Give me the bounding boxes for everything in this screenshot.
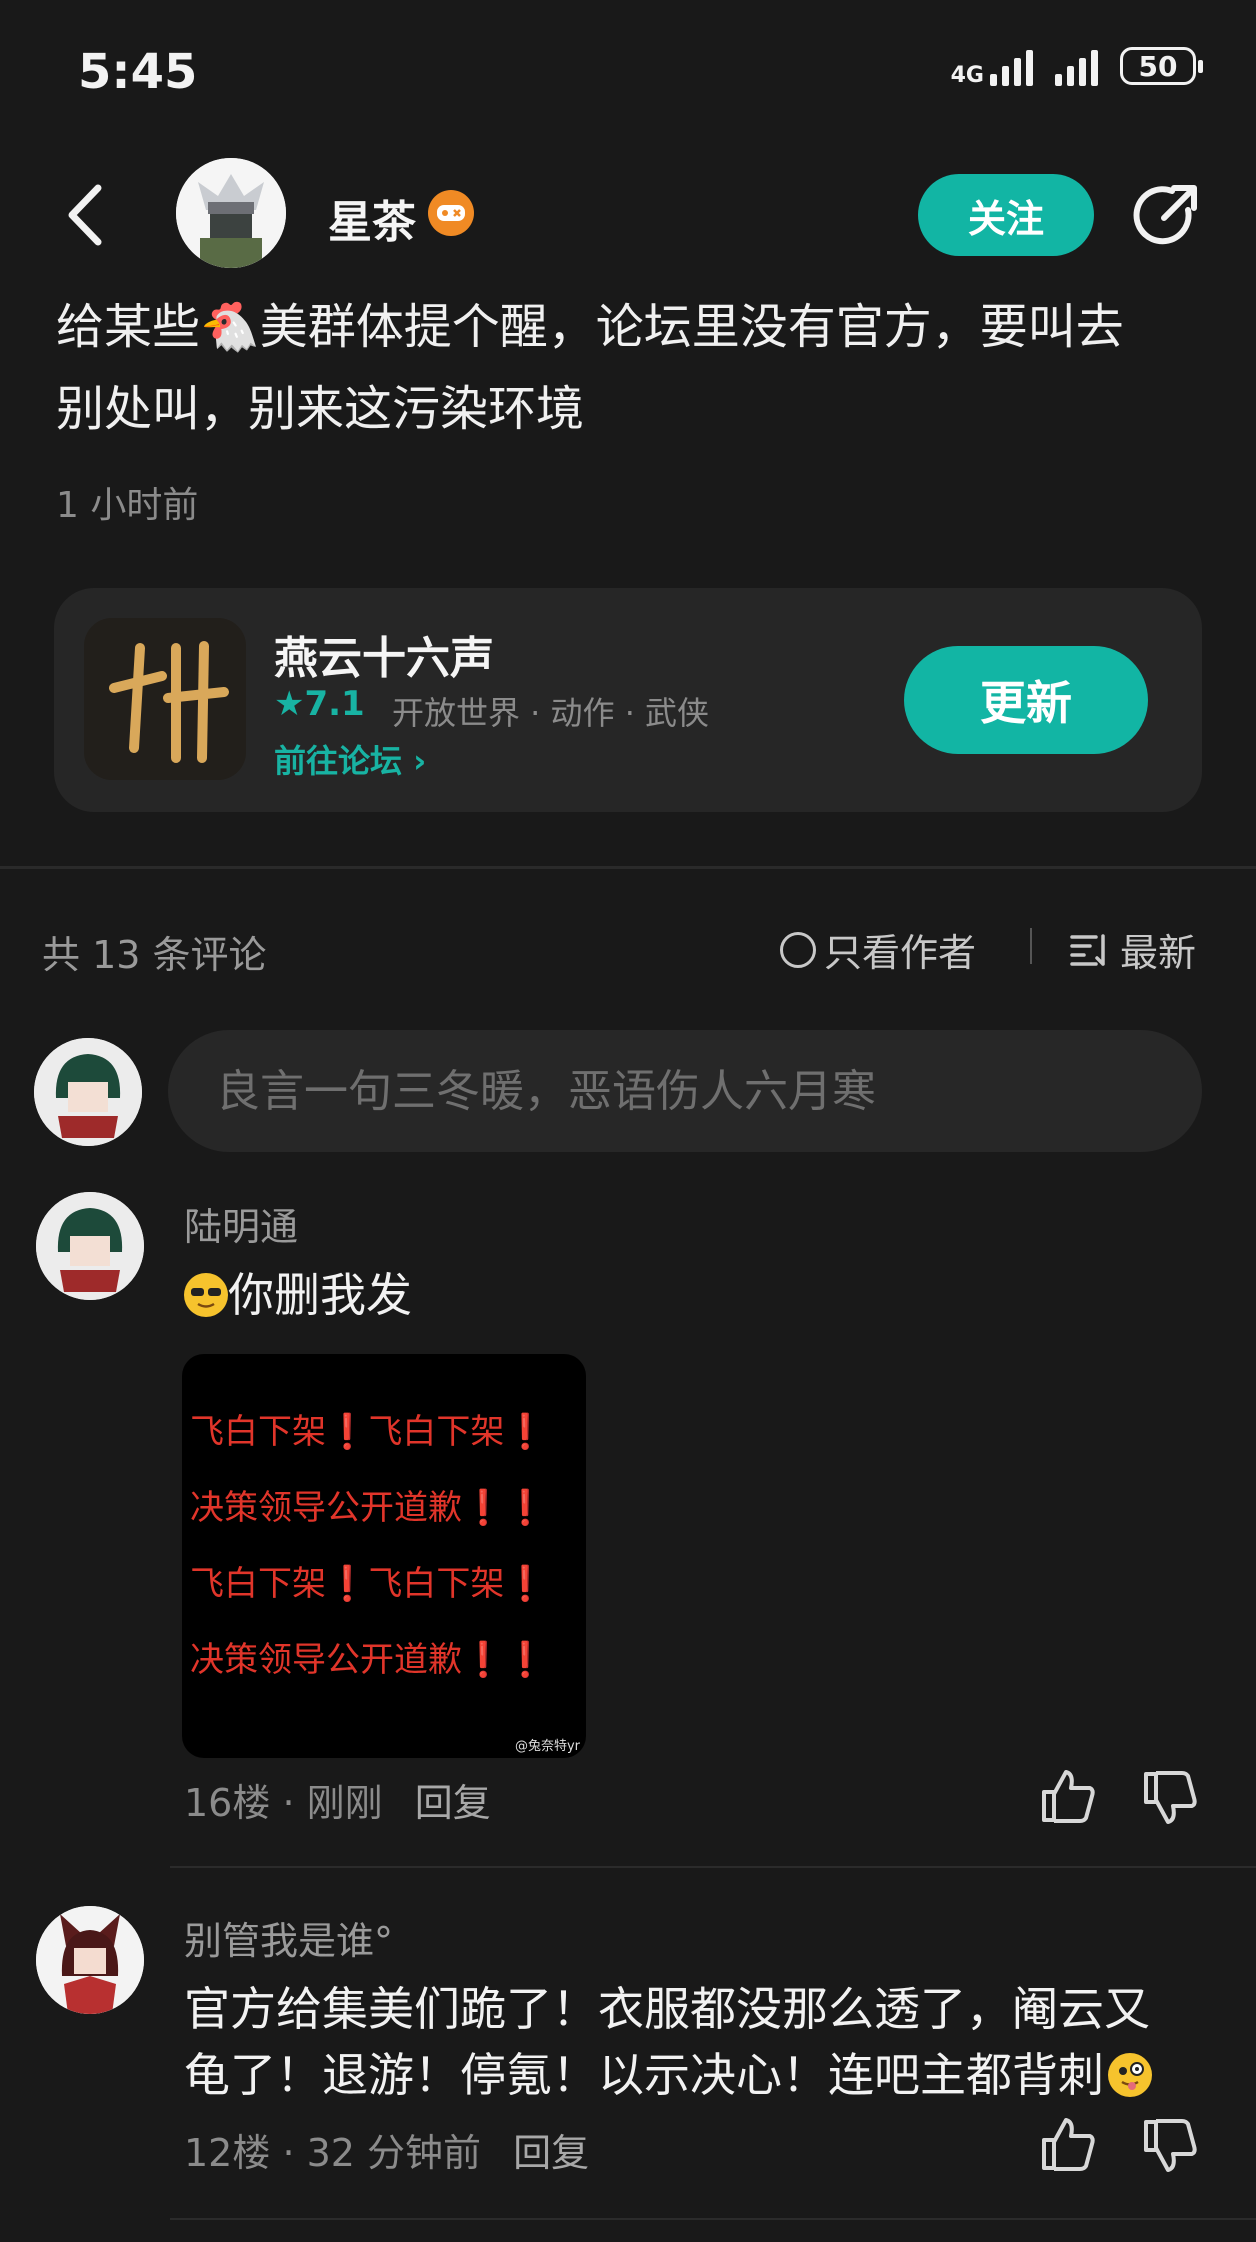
only-author-toggle[interactable]: 只看作者 <box>780 922 976 977</box>
comment-text-line: 龟了！退游！停氪！以示决心！连吧主都背刺 <box>184 2042 1204 2108</box>
only-author-label: 只看作者 <box>824 931 977 975</box>
comment-input[interactable] <box>168 1030 1202 1152</box>
update-button[interactable]: 更新 <box>904 646 1148 754</box>
post-text-line: 别处叫，别来这污染环境 <box>56 381 585 437</box>
back-button[interactable] <box>58 180 118 250</box>
cellular-4g-icon: 4G <box>951 46 1033 87</box>
comment-meta: 12楼 · 32 分钟前 回复 <box>184 2131 590 2175</box>
comment-username[interactable]: 陆明通 <box>184 1196 298 1251</box>
reply-button[interactable]: 回复 <box>415 1781 491 1825</box>
like-icon[interactable] <box>1038 1766 1098 1826</box>
like-icon[interactable] <box>1038 2114 1098 2174</box>
comment-meta: 16楼 · 刚刚 回复 <box>184 1781 491 1825</box>
status-icons: 4G 50 <box>951 46 1203 87</box>
header-separator <box>1030 928 1032 964</box>
post-text: 给某些🐔美群体提个醒，论坛里没有官方，要叫去 别处叫，别来这污染环境 <box>56 286 1206 450</box>
comment-text: 官方给集美们跪了！衣服都没那么透了，阉云又 龟了！退游！停氪！以示决心！连吧主都… <box>184 1976 1204 2108</box>
image-text-line: 飞白下架❗飞白下架❗ <box>190 1564 547 1604</box>
radio-circle-icon <box>780 931 816 968</box>
battery-icon: 50 <box>1120 47 1203 85</box>
sort-label: 最新 <box>1120 931 1197 975</box>
comment-text-line: 官方给集美们跪了！衣服都没那么透了，阉云又 <box>184 1982 1150 2036</box>
sort-icon <box>1070 933 1105 966</box>
commenter-avatar[interactable] <box>36 1906 144 2014</box>
game-tags: 开放世界 · 动作 · 武侠 <box>392 694 710 732</box>
signal-icon <box>1055 46 1098 86</box>
dislike-icon[interactable] <box>1140 1768 1200 1828</box>
sort-button[interactable]: 最新 <box>1070 922 1196 977</box>
game-rating: ★7.1 <box>274 684 365 724</box>
image-watermark: @兔奈特yr <box>514 1739 580 1754</box>
post-text-line: 给某些🐔美群体提个醒，论坛里没有官方，要叫去 <box>56 299 1124 355</box>
comment-divider <box>170 1866 1256 1868</box>
game-icon[interactable] <box>84 618 246 780</box>
silly-face-emoji-icon <box>1108 2053 1152 2097</box>
reply-button[interactable]: 回复 <box>513 2131 589 2175</box>
comment-username[interactable]: 别管我是谁° <box>184 1910 393 1965</box>
author-avatar[interactable] <box>176 158 286 268</box>
comment-floor: 16楼 <box>184 1781 271 1825</box>
comment-text: 你删我发 <box>184 1262 412 1328</box>
my-avatar <box>34 1038 142 1146</box>
gamer-badge-icon <box>428 190 474 236</box>
share-icon[interactable] <box>1130 180 1202 252</box>
game-title: 燕云十六声 <box>274 633 494 684</box>
status-time: 5:45 <box>78 44 198 100</box>
author-name[interactable]: 星茶 <box>328 186 416 250</box>
post-time: 1 小时前 <box>56 485 199 526</box>
image-text-line: 决策领导公开道歉❗❗ <box>190 1488 547 1528</box>
section-divider <box>0 866 1256 869</box>
image-text-line: 飞白下架❗飞白下架❗ <box>190 1412 547 1452</box>
dislike-icon[interactable] <box>1140 2116 1200 2176</box>
comment-time: 刚刚 <box>306 1781 383 1825</box>
go-to-forum-link[interactable]: 前往论坛 › <box>274 736 426 782</box>
commenter-avatar[interactable] <box>36 1192 144 1300</box>
follow-button[interactable]: 关注 <box>918 174 1094 256</box>
comment-time: 32 分钟前 <box>306 2131 482 2175</box>
comment-image[interactable]: 飞白下架❗飞白下架❗ 决策领导公开道歉❗❗ 飞白下架❗飞白下架❗ 决策领导公开道… <box>182 1354 586 1758</box>
image-text-line: 决策领导公开道歉❗❗ <box>190 1640 547 1680</box>
comment-text-content: 你删我发 <box>228 1268 412 1322</box>
comment-floor: 12楼 <box>184 2131 271 2175</box>
comment-count: 共 13 条评论 <box>42 933 267 977</box>
comment-divider <box>170 2218 1256 2220</box>
cool-face-emoji-icon <box>184 1273 228 1317</box>
